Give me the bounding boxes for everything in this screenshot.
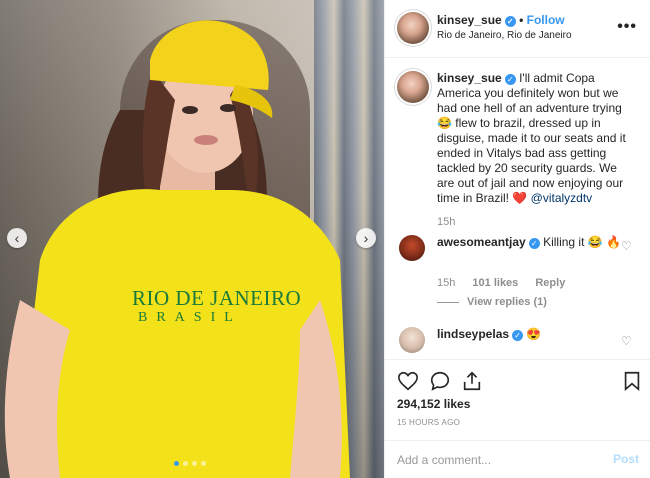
commenter-username[interactable]: awesomeantjay [437, 235, 526, 249]
comments-list[interactable]: kinsey_sue ✓ I'll admit Copa America you … [385, 59, 650, 359]
header-user-line: kinsey_sue ✓ • Follow [437, 13, 565, 27]
post-timestamp: 15 HOURS AGO [397, 418, 461, 427]
more-options-icon[interactable]: ••• [617, 18, 637, 36]
author-avatar[interactable] [397, 12, 429, 44]
shirt-print-line1: RIO DE JANEIRO [132, 286, 302, 310]
reply-button[interactable]: Reply [535, 277, 565, 289]
carousel-indicator [174, 461, 206, 466]
comment-likes[interactable]: 101 likes [472, 277, 518, 289]
view-replies-label: View replies (1) [467, 296, 547, 308]
like-comment-heart-icon[interactable]: ♡ [621, 334, 632, 348]
carousel-dot [192, 461, 197, 466]
caption-username[interactable]: kinsey_sue [437, 71, 502, 85]
likes-count[interactable]: 294,152 likes [397, 397, 470, 411]
separator-dot: • [519, 13, 527, 27]
comment-text: Killing it 😂 🔥 [543, 235, 621, 249]
commenter-username[interactable]: lindseypelas [437, 327, 509, 341]
verified-badge-icon: ✓ [504, 74, 516, 85]
follow-button[interactable]: Follow [527, 13, 565, 27]
commenter-avatar[interactable] [399, 235, 425, 261]
verified-badge-icon: ✓ [504, 16, 516, 27]
comment-age: 15h [437, 277, 456, 289]
author-username[interactable]: kinsey_sue [437, 13, 502, 27]
replies-divider [437, 301, 459, 303]
like-comment-heart-icon[interactable]: ♡ [621, 239, 632, 253]
post-details-panel: kinsey_sue ✓ • Follow Rio de Janeiro, Rio… [384, 0, 650, 478]
caption-avatar[interactable] [397, 71, 429, 103]
person-illustration [4, 20, 350, 478]
like-heart-icon[interactable] [397, 370, 419, 392]
comment-text: 😍 [526, 327, 542, 341]
comment-composer: Post [385, 440, 650, 478]
carousel-dot [183, 461, 188, 466]
previous-photo-button[interactable]: ‹ [7, 228, 27, 248]
location-link[interactable]: Rio de Janeiro, Rio de Janeiro [437, 30, 572, 41]
carousel-dot [174, 461, 179, 466]
caption-mention[interactable]: @vitalyzdtv [531, 191, 593, 205]
bookmark-icon[interactable] [621, 370, 643, 392]
carousel-dot [201, 461, 206, 466]
view-replies-button[interactable]: View replies (1) [437, 296, 547, 308]
caption-text: I'll admit Copa America you definitely w… [437, 71, 626, 205]
instagram-post: RIO DE JANEIRO BRASIL ‹ › kinsey_sue ✓ • … [0, 0, 650, 478]
caption-age: 15h [437, 216, 456, 228]
comment-bubble-icon[interactable] [429, 370, 451, 392]
post-header: kinsey_sue ✓ • Follow Rio de Janeiro, Rio… [385, 0, 650, 58]
share-icon[interactable] [461, 370, 483, 392]
post-comment-button[interactable]: Post [613, 452, 639, 466]
next-photo-button[interactable]: › [356, 228, 376, 248]
comment-meta: 15h 101 likes Reply [437, 277, 565, 289]
shirt-print-line2: BRASIL [138, 310, 242, 325]
post-actions: 294,152 likes 15 HOURS AGO Post [385, 359, 650, 478]
verified-badge-icon: ✓ [512, 330, 524, 341]
commenter-avatar[interactable] [399, 327, 425, 353]
comment-input[interactable] [397, 451, 597, 469]
post-photo[interactable]: RIO DE JANEIRO BRASIL ‹ › [0, 0, 384, 478]
verified-badge-icon: ✓ [528, 238, 540, 249]
